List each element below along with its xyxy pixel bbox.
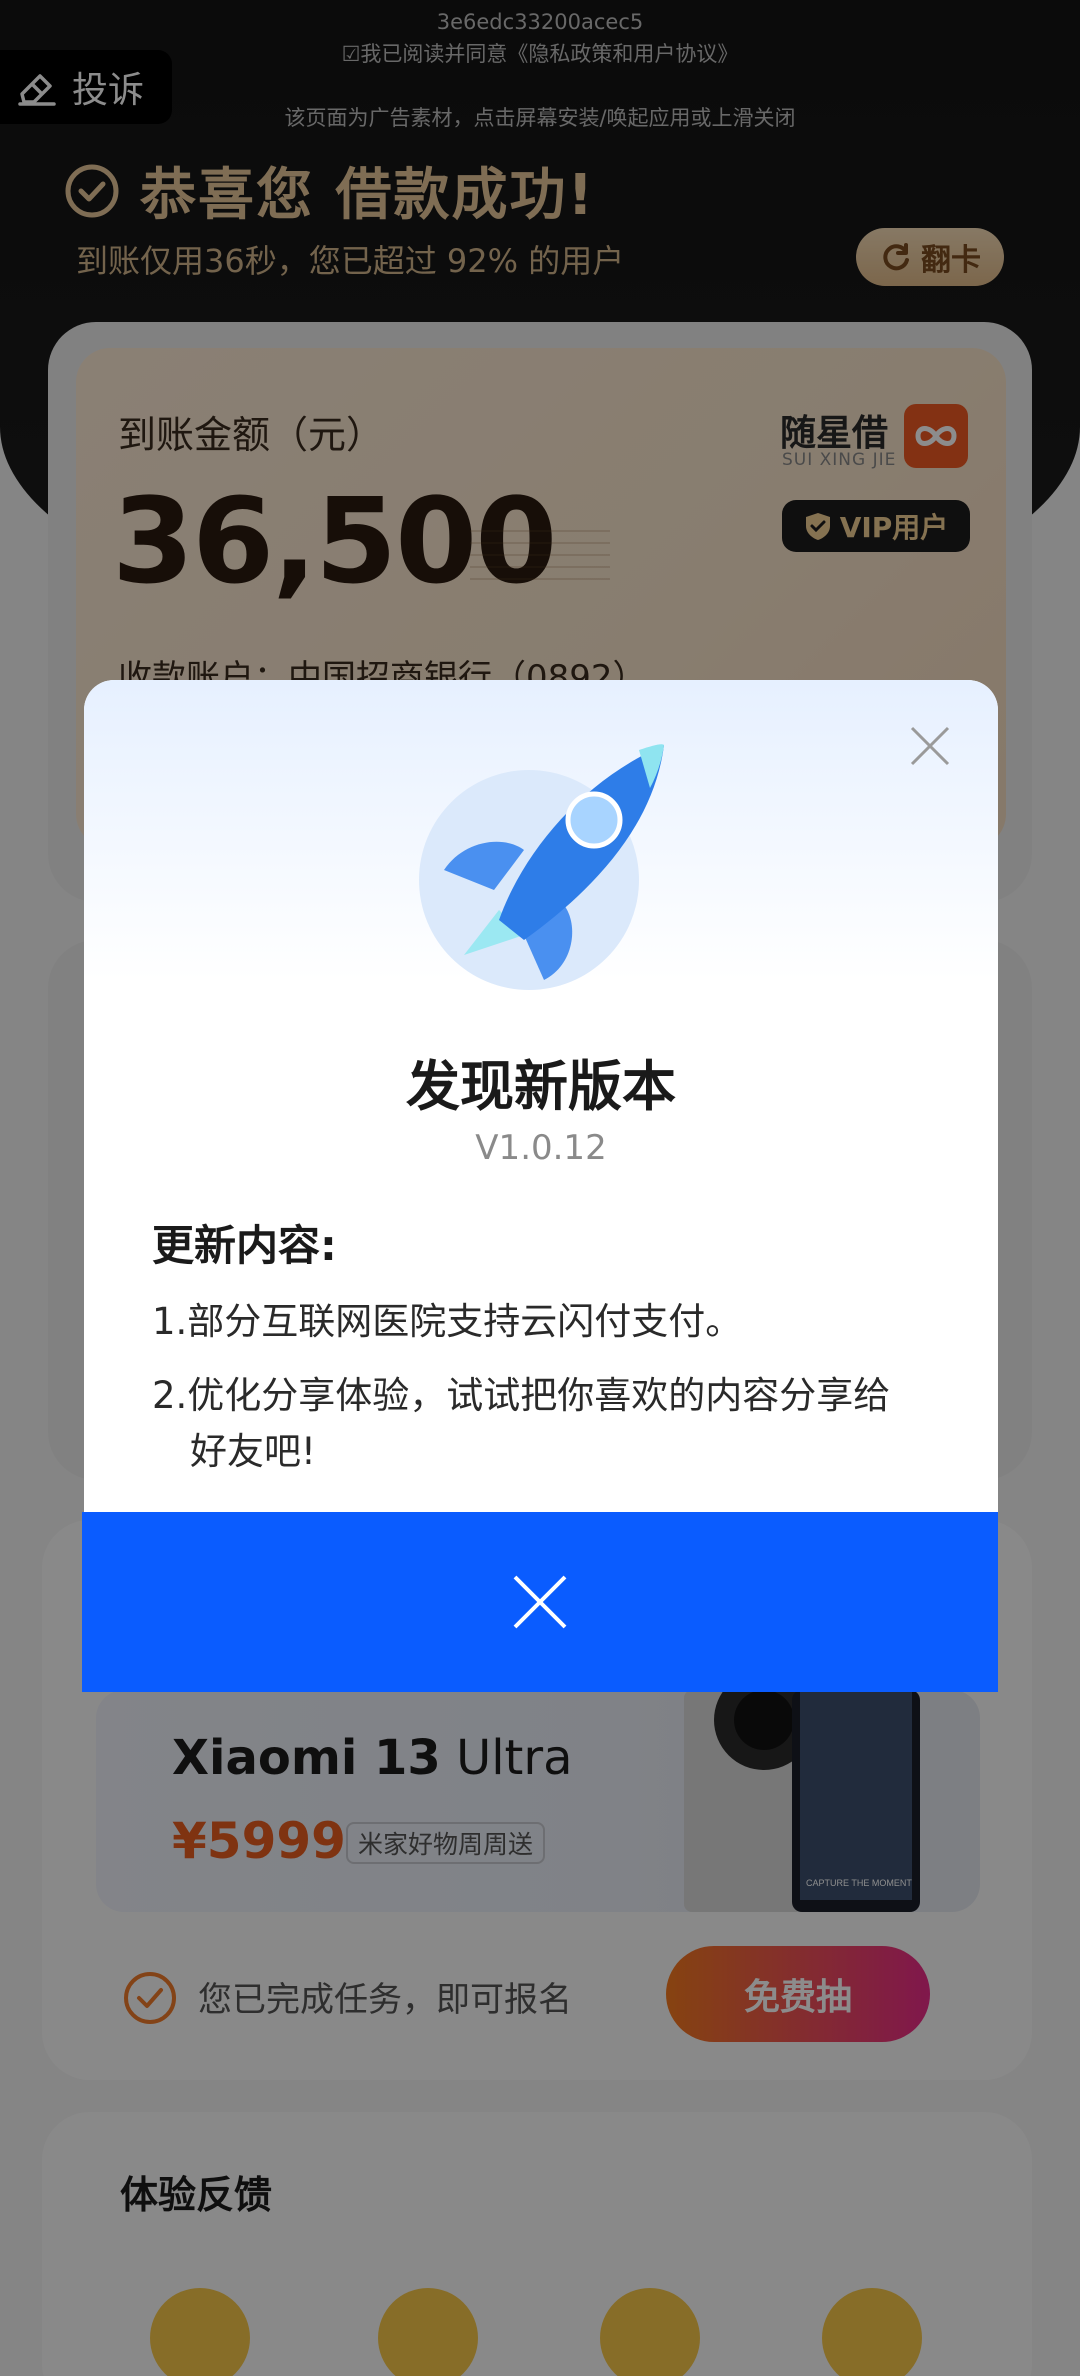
update-item-2: 2.优化分享体验，试试把你喜欢的内容分享给 好友吧! — [152, 1368, 952, 1480]
update-dialog: 发现新版本 V1.0.12 更新内容: 1.部分互联网医院支持云闪付支付。 2.… — [84, 680, 998, 1512]
update-item-1: 1.部分互联网医院支持云闪付支付。 — [152, 1300, 743, 1343]
close-icon — [513, 1575, 567, 1629]
dialog-title: 发现新版本 — [406, 1055, 676, 1118]
update-item-2-line1: 2.优化分享体验，试试把你喜欢的内容分享给 — [152, 1374, 891, 1417]
rocket-icon — [419, 744, 664, 990]
close-icon[interactable] — [908, 724, 952, 768]
dialog-dismiss-button[interactable] — [82, 1512, 998, 1692]
update-item-2-line2: 好友吧! — [190, 1430, 316, 1473]
dialog-version: V1.0.12 — [475, 1128, 607, 1168]
dialog-subtitle: 更新内容: — [152, 1221, 337, 1270]
